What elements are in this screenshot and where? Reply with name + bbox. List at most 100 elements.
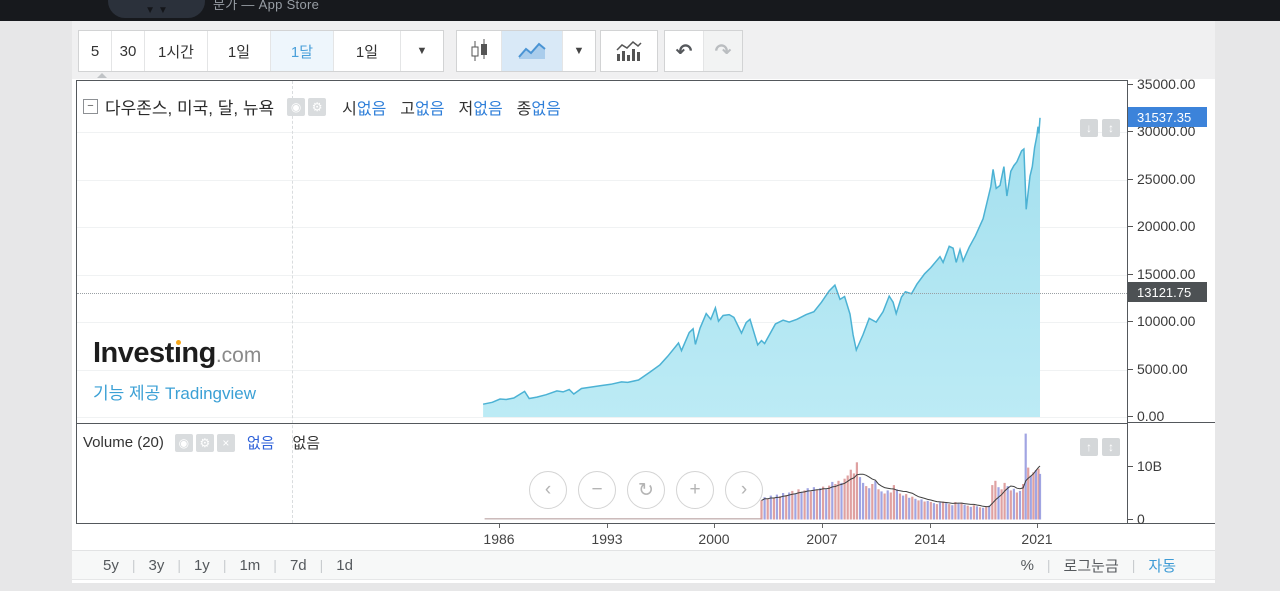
volume-value: 없음 <box>292 435 321 452</box>
volume-bar <box>914 498 917 520</box>
tick-mark <box>1128 415 1133 417</box>
pan-left-button[interactable]: ‹ <box>529 471 567 509</box>
interval-button-group: 5 30 1시간 1일 1달 1일 ▼ <box>78 30 444 72</box>
redo-button[interactable]: ↷ <box>704 31 742 71</box>
ohlc-label: 시 <box>342 100 357 118</box>
page-title: 문가 — App Store <box>213 0 320 12</box>
volume-bar <box>800 491 803 520</box>
time-axis[interactable]: 1986 1993 2000 2007 2014 2021 <box>76 524 1128 552</box>
pan-right-button[interactable]: › <box>725 471 763 509</box>
range-button-3y[interactable]: 3y <box>148 557 164 574</box>
investing-watermark[interactable]: Investıng.com 기능 제공 Tradingview <box>93 337 261 404</box>
app-store-logo[interactable]: ▼ ▼ <box>108 0 205 18</box>
indicators-button[interactable] <box>601 31 657 71</box>
previous-close-line <box>77 293 1127 294</box>
zoom-out-button[interactable]: − <box>578 471 616 509</box>
interval-button-30[interactable]: 30 <box>112 31 145 71</box>
range-button-1d[interactable]: 1d <box>336 557 353 574</box>
toolbar-collapse-handle[interactable] <box>82 71 122 79</box>
ohlc-pair: 종없음 <box>517 95 561 119</box>
time-tick-mark <box>607 524 608 528</box>
volume-bar <box>1027 467 1030 520</box>
interval-button-1시간[interactable]: 1시간 <box>145 31 208 71</box>
separator: | <box>273 557 277 573</box>
time-tick-label: 2014 <box>914 531 946 547</box>
price-tick-label: 20000.00 <box>1128 218 1195 234</box>
volume-bar <box>822 486 825 520</box>
area-style-button[interactable] <box>502 31 563 71</box>
volume-bar <box>874 480 877 520</box>
gear-icon[interactable]: ⚙ <box>195 433 214 452</box>
time-tick-label: 2007 <box>806 531 838 547</box>
volume-value-link[interactable]: 없음 <box>247 432 275 453</box>
eye-icon[interactable]: ◉ <box>174 433 193 452</box>
volume-bar <box>818 488 822 520</box>
volume-bar <box>855 462 858 520</box>
volume-bar <box>1029 475 1032 520</box>
chart-area[interactable]: − 다우존스, 미국, 달, 뉴욕 ◉ ⚙ 시없음 고없음 저없음 종없음 Inves… <box>76 80 1128 524</box>
range-button-1m[interactable]: 1m <box>239 557 260 574</box>
volume-bar <box>871 484 874 520</box>
auto-scale-button[interactable]: 자동 <box>1148 555 1176 576</box>
separator: | <box>1131 557 1136 573</box>
interval-button-1일[interactable]: 1일 <box>208 31 271 71</box>
ohlc-value-link[interactable]: 없음 <box>357 101 386 118</box>
volume-bar <box>1009 490 1012 520</box>
volume-bar <box>775 494 778 520</box>
volume-bar <box>868 488 871 520</box>
tradingview-attribution[interactable]: 기능 제공 Tradingview <box>93 379 261 404</box>
volume-bar <box>883 493 886 520</box>
undo-button[interactable]: ↶ <box>665 31 704 71</box>
volume-bar <box>889 492 892 520</box>
percent-scale-button[interactable]: % <box>1021 557 1034 574</box>
reset-view-button[interactable]: ↻ <box>627 471 665 509</box>
pane-separator[interactable] <box>77 423 1127 424</box>
range-button-5y[interactable]: 5y <box>103 557 119 574</box>
candlestick-style-button[interactable] <box>457 31 502 71</box>
log-scale-button[interactable]: 로그눈금 <box>1064 555 1119 576</box>
gear-icon[interactable]: ⚙ <box>308 97 327 116</box>
volume-bar <box>895 489 898 520</box>
volume-bar <box>766 498 769 520</box>
zoom-in-button[interactable]: + <box>676 471 714 509</box>
price-tick-label: 25000.00 <box>1128 171 1195 187</box>
volume-bar <box>920 499 923 520</box>
range-toolbar: 5y | 3y | 1y | 1m | 7d | 1d % | 로그눈금 | 자동 <box>72 550 1215 580</box>
separator: | <box>131 557 136 573</box>
resize-pane-button[interactable]: ↕ <box>1102 438 1120 456</box>
tick-mark <box>1128 273 1133 275</box>
eye-icon[interactable]: ◉ <box>287 97 306 116</box>
ohlc-value-link[interactable]: 없음 <box>473 101 502 118</box>
close-icon[interactable]: × <box>216 433 235 452</box>
range-button-1y[interactable]: 1y <box>194 557 210 574</box>
move-pane-up-button[interactable]: ↑ <box>1080 438 1098 456</box>
volume-bar <box>880 491 883 520</box>
interval-dropdown-button[interactable]: ▼ <box>401 31 443 71</box>
volume-label: Volume (20) <box>83 434 164 451</box>
range-button-7d[interactable]: 7d <box>290 557 307 574</box>
price-axis[interactable]: 35000.00 30000.00 25000.00 20000.00 15000.00… <box>1128 76 1215 527</box>
tick-mark <box>1128 320 1133 322</box>
ohlc-value-link[interactable]: 없음 <box>531 101 560 118</box>
interval-button-1일[interactable]: 1일 <box>334 31 401 71</box>
volume-bar <box>938 502 942 520</box>
interval-button-1달[interactable]: 1달 <box>271 31 334 71</box>
volume-bar <box>840 482 843 520</box>
tick-mark <box>1128 368 1133 370</box>
volume-bar <box>978 507 982 520</box>
volume-bar <box>862 482 865 520</box>
move-pane-down-button[interactable]: ↓ <box>1080 119 1098 137</box>
main-pane-controls: ↓ ↕ <box>1080 119 1120 137</box>
interval-button-5[interactable]: 5 <box>79 31 112 71</box>
separator: | <box>319 557 324 573</box>
volume-bar <box>948 504 951 520</box>
ohlc-value-link[interactable]: 없음 <box>415 101 444 118</box>
volume-bar <box>806 488 809 520</box>
resize-pane-button[interactable]: ↕ <box>1102 119 1120 137</box>
volume-bar <box>852 473 855 520</box>
volume-bar <box>898 493 902 520</box>
legend-collapse-button[interactable]: − <box>83 99 98 114</box>
chart-canvas[interactable] <box>77 81 1127 523</box>
style-dropdown-button[interactable]: ▼ <box>563 31 595 71</box>
volume-bar <box>858 477 862 520</box>
